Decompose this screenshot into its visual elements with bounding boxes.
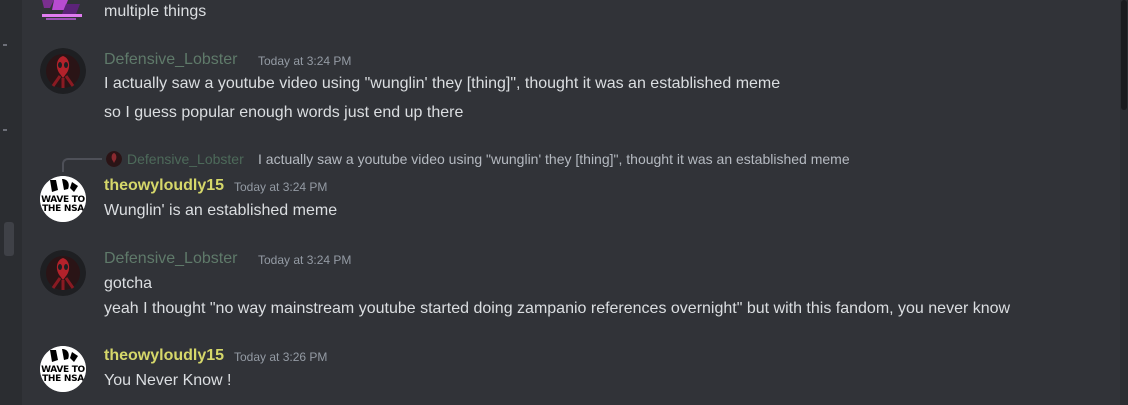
reply-username[interactable]: Defensive_Lobster (127, 150, 244, 168)
red-lobster-avatar-icon[interactable] (40, 250, 86, 296)
message-text: so I guess popular enough words just end… (104, 104, 464, 121)
message-text: yeah I thought "no way mainstream youtub… (104, 300, 1011, 317)
timestamp: Today at 3:26 PM (234, 350, 328, 364)
timestamp: Today at 3:24 PM (258, 54, 352, 68)
reply-preview-text[interactable]: I actually saw a youtube video using "wu… (258, 150, 850, 168)
wave-to-the-nsa-avatar-icon[interactable]: WAVE TO THE NSA (40, 346, 86, 392)
message-group[interactable]: Defensive_Lobster Today at 3:24 PM I act… (0, 46, 1110, 130)
message-text: I actually saw a youtube video using "wu… (104, 75, 781, 92)
message-partial[interactable]: multiple things (0, 0, 1110, 24)
timestamp: Today at 3:24 PM (234, 180, 328, 194)
username[interactable]: theowyloudly15 (104, 176, 224, 196)
username[interactable]: Defensive_Lobster (104, 50, 237, 70)
scrollbar-thumb[interactable] (1121, 0, 1127, 110)
avatar-text: THE NSA (42, 374, 84, 384)
username[interactable]: theowyloudly15 (104, 346, 224, 366)
purple-logo-avatar-icon[interactable] (40, 0, 86, 22)
timestamp: Today at 3:24 PM (258, 253, 352, 267)
username[interactable]: Defensive_Lobster (104, 249, 237, 269)
red-lobster-avatar-icon[interactable] (40, 48, 86, 94)
message-text: Wunglin' is an established meme (104, 202, 338, 219)
message-text: gotcha (104, 275, 153, 292)
scrollbar[interactable] (1120, 0, 1128, 405)
avatar-text: THE NSA (42, 204, 84, 214)
sidebar-selected-pill[interactable] (4, 222, 14, 256)
red-lobster-avatar-icon[interactable] (106, 151, 122, 167)
wave-to-the-nsa-avatar-icon[interactable]: WAVE TO THE NSA (40, 176, 86, 222)
reply-connector (62, 158, 102, 172)
message-text: multiple things (104, 3, 207, 20)
message-text: You Never Know ! (104, 372, 232, 389)
